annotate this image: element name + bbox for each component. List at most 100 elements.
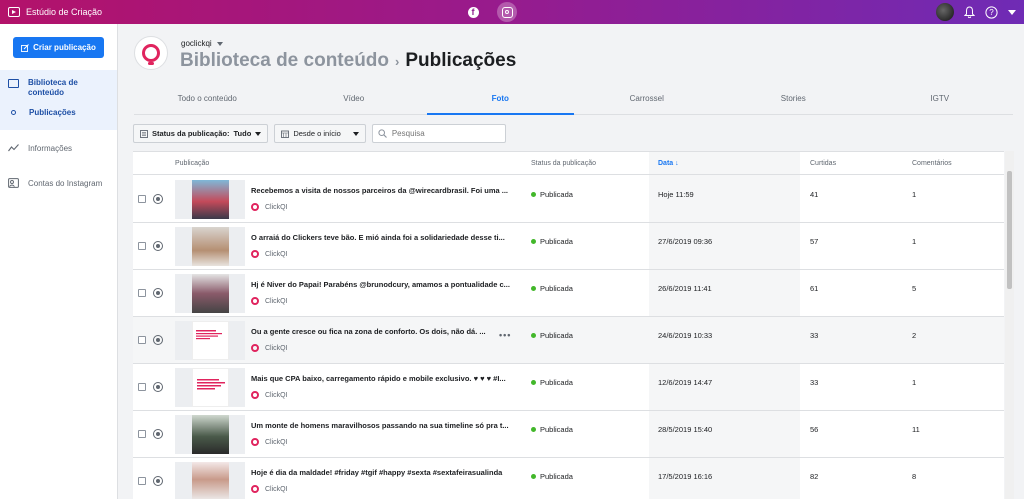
date-filter-dropdown[interactable]: Desde o início (274, 124, 366, 143)
column-header-date[interactable]: Data ↓ (658, 160, 679, 167)
text-post-graphic (195, 330, 222, 340)
post-caption[interactable]: Mais que CPA baixo, carregamento rápido … (251, 374, 513, 383)
post-thumbnail[interactable] (175, 462, 245, 499)
row-checkbox[interactable] (138, 289, 146, 297)
more-options-icon[interactable]: ••• (499, 330, 511, 340)
sidebar: Criar publicação Biblioteca de conteúdo … (0, 24, 118, 499)
user-avatar[interactable] (936, 3, 954, 21)
post-thumbnail[interactable] (175, 415, 245, 454)
tab-video[interactable]: Vídeo (281, 86, 428, 114)
post-caption[interactable]: O arraiá do Clickers teve bão. E mió ain… (251, 233, 513, 242)
sidebar-item-content-library[interactable]: Biblioteca de conteúdo (8, 78, 88, 98)
post-comments: 11 (912, 425, 920, 434)
status-dot-icon (531, 192, 536, 197)
creator-studio-icon (8, 7, 20, 17)
row-checkbox[interactable] (138, 477, 146, 485)
row-checkbox[interactable] (138, 383, 146, 391)
post-caption[interactable]: Hj é Niver do Papai! Parabéns @brunodcur… (251, 280, 513, 289)
table-row[interactable]: Um monte de homens maravilhosos passando… (133, 411, 1004, 458)
table-scrollbar[interactable] (1005, 151, 1014, 499)
tab-photo[interactable]: Foto (427, 86, 574, 115)
column-header-status[interactable]: Status da publicação (531, 160, 596, 167)
post-thumbnail[interactable] (175, 321, 245, 360)
library-icon (8, 79, 19, 88)
column-header-comments[interactable]: Comentários (912, 160, 952, 167)
notifications-bell-icon[interactable] (964, 6, 975, 18)
row-checkbox[interactable] (138, 195, 146, 203)
chevron-down-icon (352, 131, 359, 136)
table-row[interactable]: Ou a gente cresce ou fica na zona de con… (133, 317, 1004, 364)
chevron-down-icon (216, 41, 223, 46)
post-date: 17/5/2019 16:16 (658, 472, 713, 481)
clickqi-logo-icon (251, 203, 259, 211)
post-status-label: Publicada (540, 472, 573, 481)
content-library-group: Biblioteca de conteúdo Publicações (0, 70, 117, 130)
post-comments: 8 (912, 472, 917, 481)
post-caption[interactable]: Um monte de homens maravilhosos passando… (251, 421, 513, 430)
sidebar-item-label: Publicações (29, 108, 76, 117)
post-status: Publicada (531, 190, 573, 199)
column-header-likes[interactable]: Curtidas (810, 160, 836, 167)
account-menu-chevron-down-icon[interactable] (1008, 9, 1016, 15)
post-image (191, 274, 229, 313)
row-checkbox[interactable] (138, 336, 146, 344)
status-icon (140, 129, 148, 138)
breadcrumb-root[interactable]: Biblioteca de conteúdo (180, 50, 389, 72)
photo-type-icon (153, 429, 163, 439)
post-likes: 33 (810, 378, 819, 387)
post-date: 26/6/2019 11:41 (658, 284, 712, 293)
post-status-label: Publicada (540, 237, 573, 246)
post-likes: 82 (810, 472, 819, 481)
insights-icon (8, 144, 19, 152)
tab-carousel[interactable]: Carrossel (574, 86, 721, 114)
post-comments: 1 (912, 190, 917, 199)
table-row[interactable]: Hoje é dia da maldade! #friday #tgif #ha… (133, 458, 1004, 499)
status-dot-icon (531, 380, 536, 385)
post-account: ClickQI (251, 344, 288, 352)
sidebar-item-insights[interactable]: Informações (8, 143, 72, 153)
post-thumbnail[interactable] (175, 368, 245, 407)
post-account: ClickQI (251, 485, 288, 493)
post-date: 27/6/2019 09:36 (658, 237, 713, 246)
table-row[interactable]: Mais que CPA baixo, carregamento rápido … (133, 364, 1004, 411)
post-status: Publicada (531, 237, 573, 246)
status-filter-dropdown[interactable]: Status da publicação: Tudo (133, 124, 269, 143)
table-row[interactable]: Recebemos a visita de nossos parceiros d… (133, 176, 1004, 223)
post-thumbnail[interactable] (175, 227, 245, 266)
help-icon[interactable]: ? (985, 5, 998, 19)
post-caption[interactable]: Ou a gente cresce ou fica na zona de con… (251, 327, 491, 336)
chevron-down-icon (255, 131, 262, 136)
post-account-name: ClickQI (265, 438, 288, 446)
tab-all-content[interactable]: Todo o conteúdo (134, 86, 281, 114)
row-checkbox[interactable] (138, 430, 146, 438)
instagram-tab[interactable] (497, 2, 517, 22)
row-checkbox[interactable] (138, 242, 146, 250)
column-header-publication[interactable]: Publicação (175, 160, 209, 167)
post-account: ClickQI (251, 203, 288, 211)
search-box[interactable] (371, 124, 506, 143)
post-comments: 1 (912, 237, 917, 246)
post-caption[interactable]: Hoje é dia da maldade! #friday #tgif #ha… (251, 468, 513, 477)
post-thumbnail[interactable] (175, 274, 245, 313)
table-row[interactable]: O arraiá do Clickers teve bão. E mió ain… (133, 223, 1004, 270)
tab-igtv[interactable]: IGTV (867, 86, 1014, 114)
sidebar-item-instagram-accounts[interactable]: Contas do Instagram (8, 178, 102, 188)
post-image (191, 227, 229, 266)
search-input[interactable] (391, 129, 492, 138)
facebook-tab[interactable]: f (463, 2, 483, 22)
scrollbar-thumb[interactable] (1007, 171, 1012, 289)
app-brand[interactable]: Estúdio de Criação (8, 7, 102, 17)
tab-stories[interactable]: Stories (720, 86, 867, 114)
post-date: Hoje 11:59 (658, 190, 694, 199)
post-comments: 5 (912, 284, 917, 293)
post-caption[interactable]: Recebemos a visita de nossos parceiros d… (251, 186, 513, 195)
table-row[interactable]: Hj é Niver do Papai! Parabéns @brunodcur… (133, 270, 1004, 317)
post-thumbnail[interactable] (175, 180, 245, 219)
sidebar-item-label: Contas do Instagram (28, 178, 103, 188)
platform-switcher: f (463, 2, 517, 22)
create-post-button[interactable]: Criar publicação (13, 37, 104, 58)
sidebar-item-publications[interactable]: Publicações (8, 108, 76, 117)
column-header-date-label: Data (658, 160, 674, 167)
account-selector[interactable]: goclickqi (181, 39, 223, 48)
status-filter-label: Status da publicação: (152, 129, 230, 138)
